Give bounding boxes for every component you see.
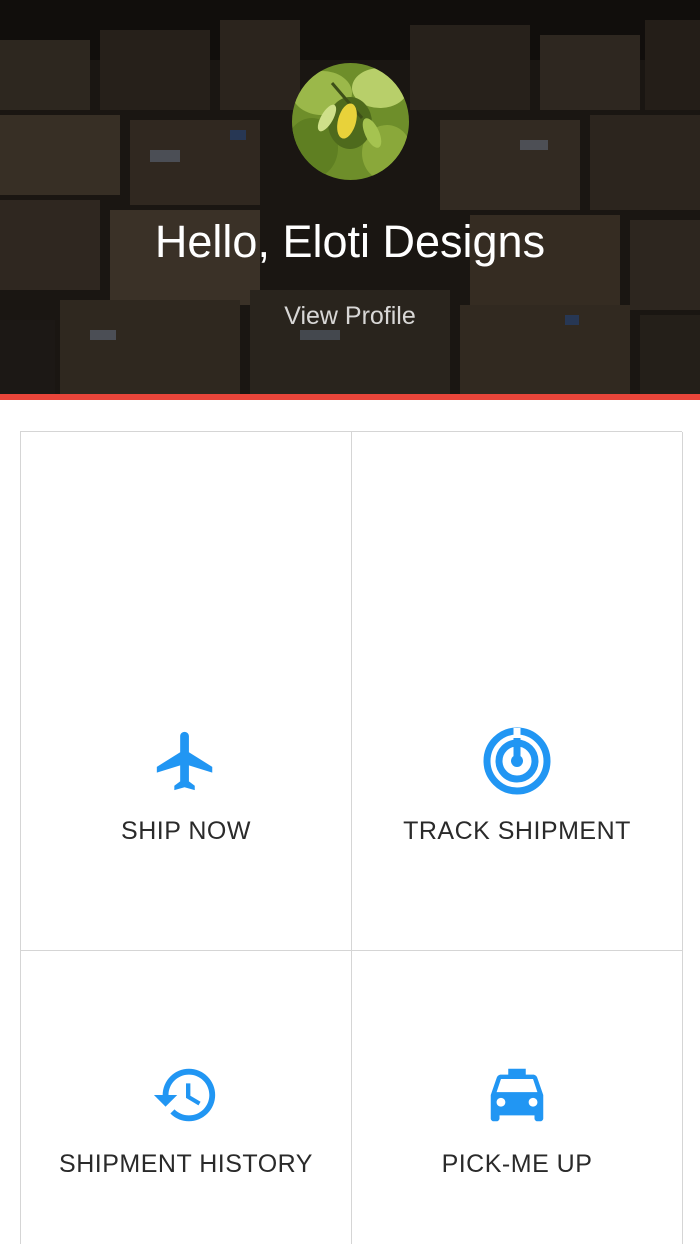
pick-me-up-label: PICK-ME UP <box>441 1150 593 1178</box>
view-profile-link[interactable]: View Profile <box>250 296 450 336</box>
ship-now-label: SHIP NOW <box>121 817 251 845</box>
track-shipment-tile[interactable]: TRACK SHIPMENT <box>352 432 683 951</box>
menu-grid: SHIP NOW TRACK SHIPMENT SHIPMENT HISTORY… <box>20 431 683 1244</box>
ship-now-tile[interactable]: SHIP NOW <box>21 432 352 951</box>
greeting-title: Hello, Eloti Designs <box>154 216 546 267</box>
avatar[interactable] <box>292 63 409 180</box>
avatar-image <box>292 63 409 180</box>
home-screen: Hello, Eloti Designs View Profile SHIP N… <box>0 0 700 1244</box>
pick-me-up-tile[interactable]: PICK-ME UP <box>352 951 683 1244</box>
header-accent-bar <box>0 394 700 400</box>
radar-icon <box>482 726 552 796</box>
shipment-history-label: SHIPMENT HISTORY <box>59 1150 313 1178</box>
taxi-icon <box>482 1060 552 1130</box>
shipment-history-tile[interactable]: SHIPMENT HISTORY <box>21 951 352 1244</box>
airplane-icon <box>151 726 221 796</box>
history-icon <box>151 1060 221 1130</box>
profile-header: Hello, Eloti Designs View Profile <box>0 0 700 394</box>
track-shipment-label: TRACK SHIPMENT <box>403 817 631 845</box>
